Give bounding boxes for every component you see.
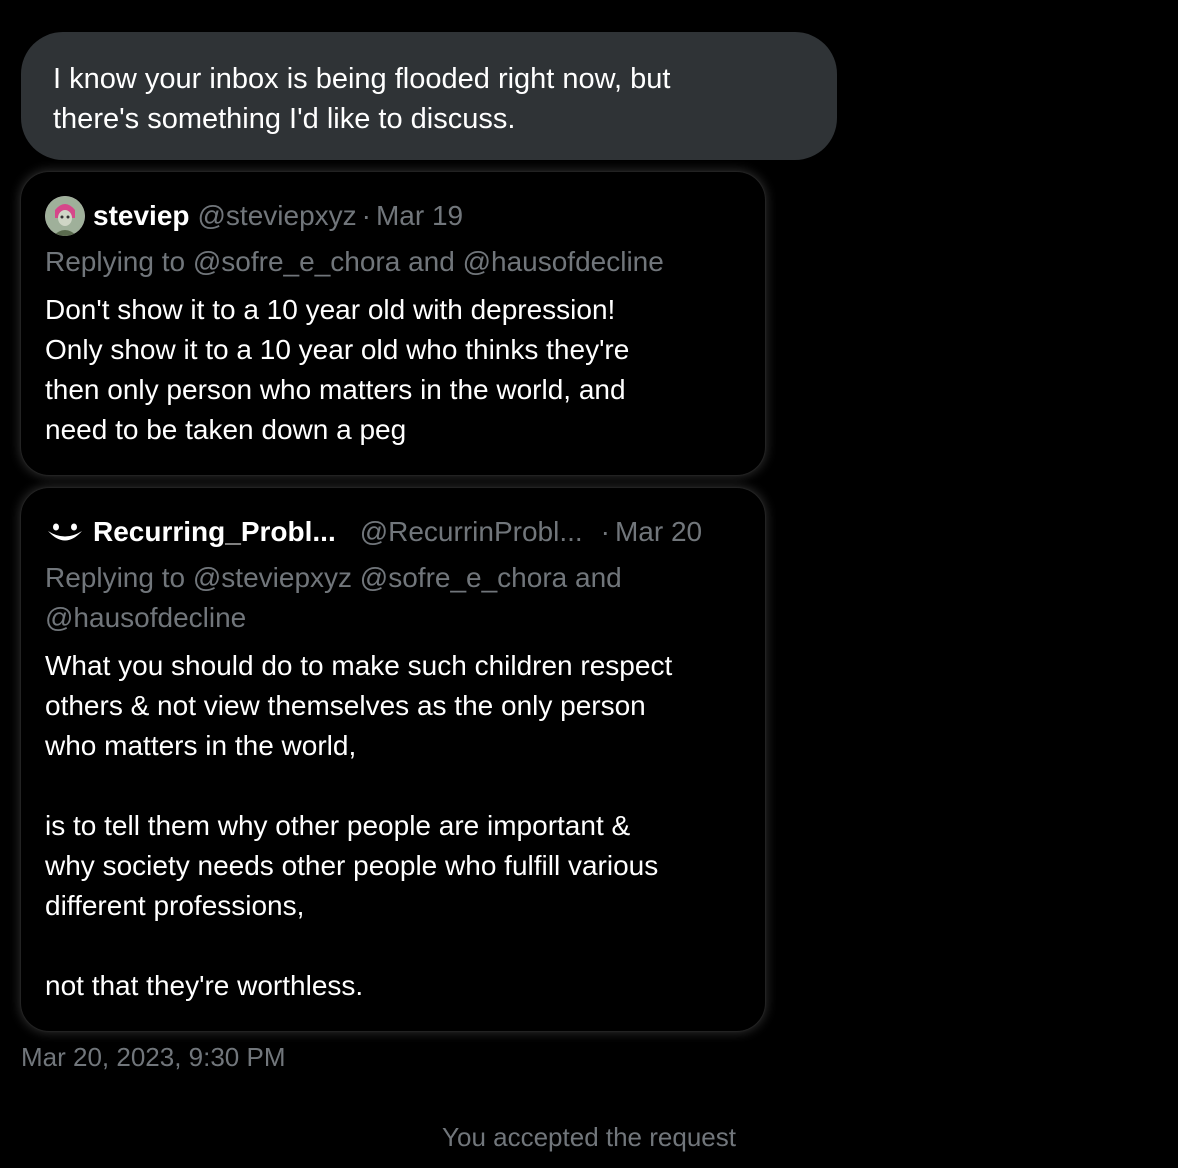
smiley-face-icon[interactable] — [45, 512, 85, 552]
replying-to-line: Replying to @sofre_e_chora and @hausofde… — [45, 242, 741, 282]
separator-dot: · — [361, 200, 371, 231]
message-timestamp: Mar 20, 2023, 9:30 PM — [21, 1042, 286, 1072]
tweet-body: What you should do to make such children… — [45, 650, 673, 1001]
tweet-body: Don't show it to a 10 year old with depr… — [45, 294, 630, 445]
request-accepted-note: You accepted the request — [442, 1122, 736, 1152]
tweet-header: Recurring_Probl... @RecurrinProbl... · M… — [45, 510, 741, 554]
separator-dot: · — [600, 516, 610, 547]
replying-prefix: Replying to — [45, 246, 186, 277]
message-bubble[interactable]: I know your inbox is being flooded right… — [21, 32, 837, 160]
user-handle[interactable]: @RecurrinProbl... — [360, 516, 583, 548]
user-handle[interactable]: @steviepxyz — [198, 200, 357, 232]
replying-prefix: Replying to — [45, 562, 186, 593]
tweet-date[interactable]: Mar 20 — [615, 516, 702, 548]
display-name[interactable]: Recurring_Probl... — [93, 516, 336, 548]
quoted-tweet-card[interactable]: Recurring_Probl... @RecurrinProbl... · M… — [21, 488, 765, 1031]
display-name[interactable]: steviep — [93, 200, 190, 232]
profile-avatar-icon[interactable] — [45, 196, 85, 236]
quoted-tweet-card[interactable]: steviep @steviepxyz · Mar 19 Replying to… — [21, 172, 765, 475]
replying-to-line: Replying to @steviepxyz @sofre_e_chora a… — [45, 558, 741, 638]
tweet-header: steviep @steviepxyz · Mar 19 — [45, 194, 741, 238]
message-text: I know your inbox is being flooded right… — [53, 63, 671, 135]
replying-mentions[interactable]: @sofre_e_chora and @hausofdecline — [193, 246, 664, 277]
tweet-date[interactable]: Mar 19 — [376, 200, 463, 232]
